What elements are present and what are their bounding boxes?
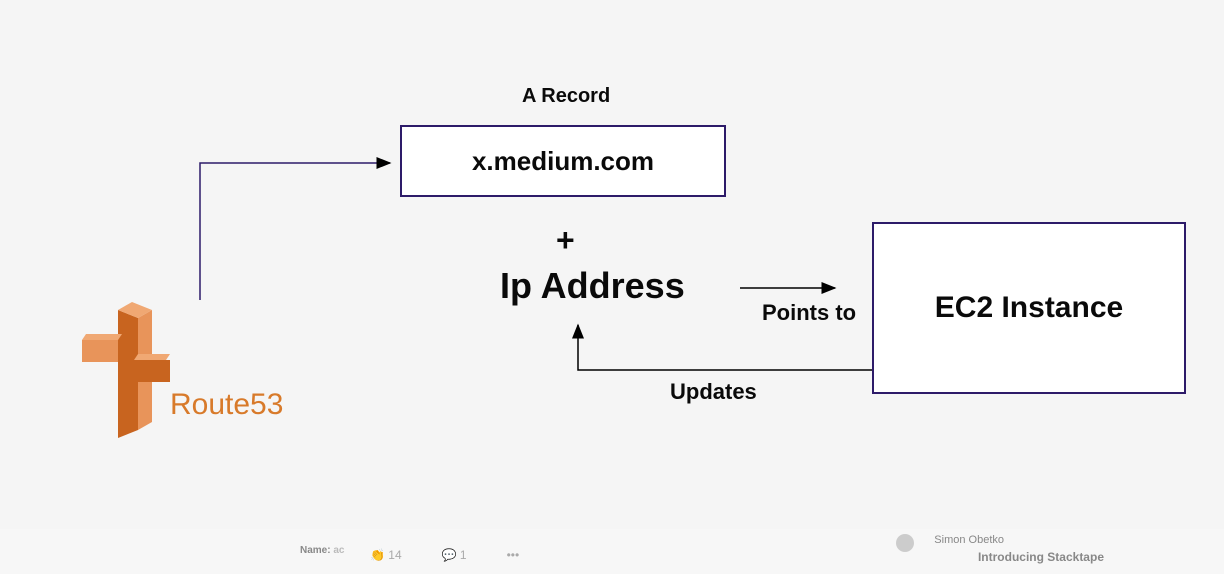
updates-label: Updates bbox=[670, 379, 757, 405]
a-record-box: x.medium.com bbox=[400, 125, 726, 197]
route53-label: Route53 bbox=[170, 388, 283, 422]
a-record-title: A Record bbox=[522, 85, 610, 108]
footer-actions: 👏 14 💬 1 ••• bbox=[370, 548, 519, 562]
footer-name: Name: ac bbox=[300, 545, 344, 556]
more-icon[interactable]: ••• bbox=[507, 548, 520, 562]
footer-title: Introducing Stacktape bbox=[978, 550, 1104, 564]
footer-avatar bbox=[896, 534, 914, 552]
a-record-domain: x.medium.com bbox=[472, 146, 654, 177]
route53-icon bbox=[80, 300, 170, 440]
ip-address-label: Ip Address bbox=[500, 265, 685, 307]
ec2-label: EC2 Instance bbox=[935, 291, 1123, 325]
comment-icon[interactable]: 💬 1 bbox=[442, 548, 467, 562]
points-to-label: Points to bbox=[762, 300, 856, 326]
ec2-instance-box: EC2 Instance bbox=[872, 222, 1186, 394]
footer-author: Simon Obetko bbox=[934, 534, 1004, 546]
plus-sign: + bbox=[556, 222, 575, 259]
clap-icon[interactable]: 👏 14 bbox=[370, 548, 402, 562]
